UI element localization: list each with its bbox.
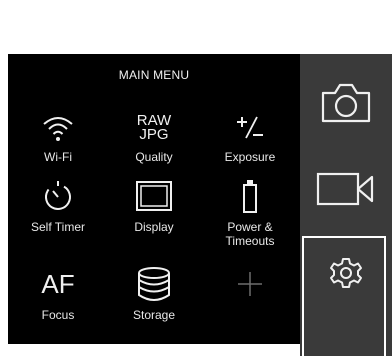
self-timer-icon bbox=[10, 172, 106, 220]
menu-item-label: Storage bbox=[132, 308, 176, 322]
add-icon bbox=[202, 260, 298, 308]
menu-item-exposure[interactable]: Exposure bbox=[202, 104, 298, 174]
menu-item-label-line2: Timeouts bbox=[225, 234, 275, 248]
menu-item-add[interactable] bbox=[202, 260, 298, 330]
menu-item-label: Display bbox=[134, 220, 174, 234]
menu-item-focus[interactable]: AF Focus bbox=[10, 260, 106, 330]
menu-item-label: Exposure bbox=[224, 150, 276, 164]
jpg-text: JPG bbox=[139, 126, 169, 143]
menu-title: MAIN MENU bbox=[118, 68, 190, 82]
storage-icon bbox=[106, 260, 202, 308]
menu-item-self-timer[interactable]: Self Timer bbox=[10, 172, 106, 242]
display-icon bbox=[106, 172, 202, 220]
selection-highlight bbox=[302, 236, 386, 356]
menu-item-label: Wi-Fi bbox=[44, 150, 72, 164]
video-camera-icon bbox=[315, 169, 377, 214]
menu-item-storage[interactable]: Storage bbox=[106, 260, 202, 330]
menu-item-label: Focus bbox=[41, 308, 75, 322]
camera-icon bbox=[319, 81, 373, 130]
menu-item-quality[interactable]: RAW JPG Quality bbox=[106, 104, 202, 174]
menu-item-label: Power & bbox=[227, 220, 273, 234]
af-text: AF bbox=[41, 268, 75, 299]
raw-jpg-icon: RAW JPG bbox=[106, 104, 202, 152]
menu-item-wifi[interactable]: Wi-Fi bbox=[10, 104, 106, 174]
main-menu-screen: MAIN MENU Wi-Fi RAW JPG Quality Exposure… bbox=[8, 54, 300, 344]
menu-item-display[interactable]: Display bbox=[106, 172, 202, 242]
menu-item-label: Self Timer bbox=[30, 220, 85, 234]
photo-mode-button[interactable] bbox=[300, 64, 392, 146]
exposure-icon bbox=[202, 104, 298, 152]
battery-icon bbox=[202, 172, 298, 220]
af-icon: AF bbox=[10, 260, 106, 308]
wifi-icon bbox=[10, 104, 106, 152]
video-mode-button[interactable] bbox=[300, 150, 392, 232]
menu-item-label: Quality bbox=[135, 150, 173, 164]
menu-item-power-timeouts[interactable]: Power & Timeouts bbox=[202, 172, 298, 252]
